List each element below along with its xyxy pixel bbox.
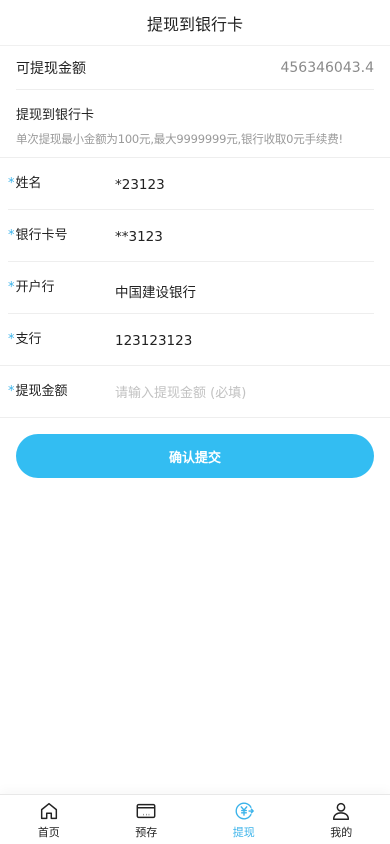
home-icon <box>40 802 57 819</box>
tab-profile-label: 我的 <box>330 825 353 839</box>
tab-withdraw-label: 提现 <box>232 825 255 839</box>
tab-deposit-label: 预存 <box>135 825 158 839</box>
bank-label-text: 开户行 <box>15 280 55 295</box>
tab-home-label: 首页 <box>37 825 60 839</box>
page-title: 提现到银行卡 <box>146 14 243 34</box>
balance-row: 可提现金额 456346043.4 <box>16 46 374 90</box>
amount-input[interactable] <box>115 380 345 406</box>
tab-home[interactable]: 首页 <box>0 795 98 844</box>
withdraw-icon <box>235 802 254 819</box>
bank-label: *开户行 <box>8 276 55 295</box>
name-label-text: 姓名 <box>15 176 42 191</box>
name-value: *23123 <box>115 177 165 193</box>
branch-label: *支行 <box>8 328 42 347</box>
tab-withdraw[interactable]: 提现 <box>195 795 293 844</box>
name-row: *姓名 *23123 <box>8 158 374 210</box>
branch-label-text: 支行 <box>15 332 42 347</box>
wallet-icon <box>136 803 156 818</box>
name-label: *姓名 <box>8 172 42 191</box>
tab-profile[interactable]: 我的 <box>293 795 390 844</box>
user-icon <box>333 802 350 820</box>
withdraw-hint: 单次提现最小金额为100元,最大9999999元,银行收取0元手续费! <box>16 132 343 146</box>
submit-button[interactable]: 确认提交 <box>16 434 374 478</box>
balance-value: 456346043.4 <box>280 59 374 76</box>
required-mark: * <box>8 280 15 295</box>
bottom-tabbar: 首页 预存 提现 我的 <box>0 794 390 844</box>
required-mark: * <box>8 332 15 347</box>
amount-row: *提现金额 <box>0 366 390 418</box>
withdraw-page: 提现到银行卡 可提现金额 456346043.4 提现到银行卡 单次提现最小金额… <box>0 0 390 844</box>
required-mark: * <box>8 384 15 399</box>
card-number-value: **3123 <box>115 229 163 245</box>
amount-label-text: 提现金额 <box>15 384 68 399</box>
tab-deposit[interactable]: 预存 <box>98 795 196 844</box>
required-mark: * <box>8 176 15 191</box>
page-header: 提现到银行卡 <box>0 0 390 46</box>
card-number-label: *银行卡号 <box>8 224 68 243</box>
bank-row: *开户行 中国建设银行 <box>8 262 374 314</box>
bank-value: 中国建设银行 <box>115 285 196 301</box>
amount-label: *提现金额 <box>8 380 68 399</box>
branch-row: *支行 123123123 <box>0 314 390 366</box>
required-mark: * <box>8 228 15 243</box>
branch-value: 123123123 <box>115 333 193 349</box>
card-number-label-text: 银行卡号 <box>15 228 68 243</box>
balance-label: 可提现金额 <box>16 60 86 77</box>
section-title: 提现到银行卡 <box>16 108 95 123</box>
card-number-row: *银行卡号 **3123 <box>8 210 374 262</box>
